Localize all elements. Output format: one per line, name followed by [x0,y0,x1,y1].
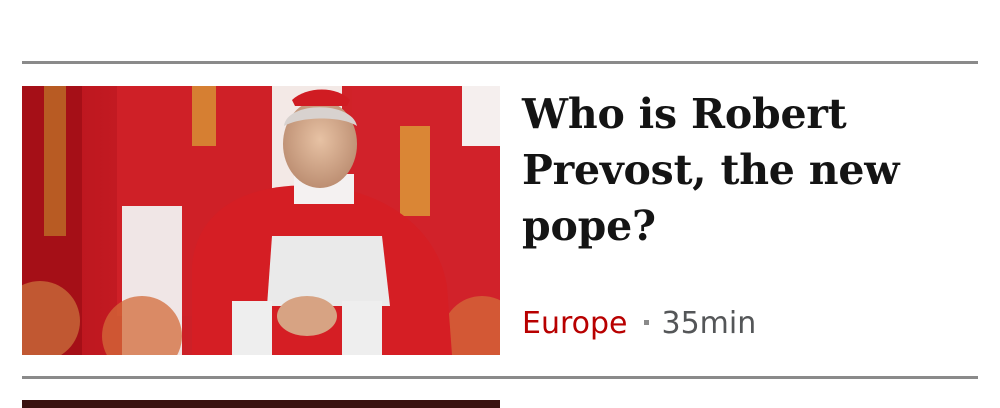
bottom-divider [22,376,978,379]
news-story-card[interactable]: Who is Robert Prevost, the new pope? Eur… [22,86,978,356]
story-meta: Europe 35min [522,302,756,346]
top-divider [22,61,978,64]
story-headline[interactable]: Who is Robert Prevost, the new pope? [522,86,962,254]
cardinal-photo-image [22,86,500,355]
separator-dot [643,320,649,325]
timestamp: 35min [661,306,757,341]
next-story-thumbnail[interactable] [22,400,500,408]
story-thumbnail[interactable] [22,86,500,355]
section-link[interactable]: Europe [522,306,628,341]
